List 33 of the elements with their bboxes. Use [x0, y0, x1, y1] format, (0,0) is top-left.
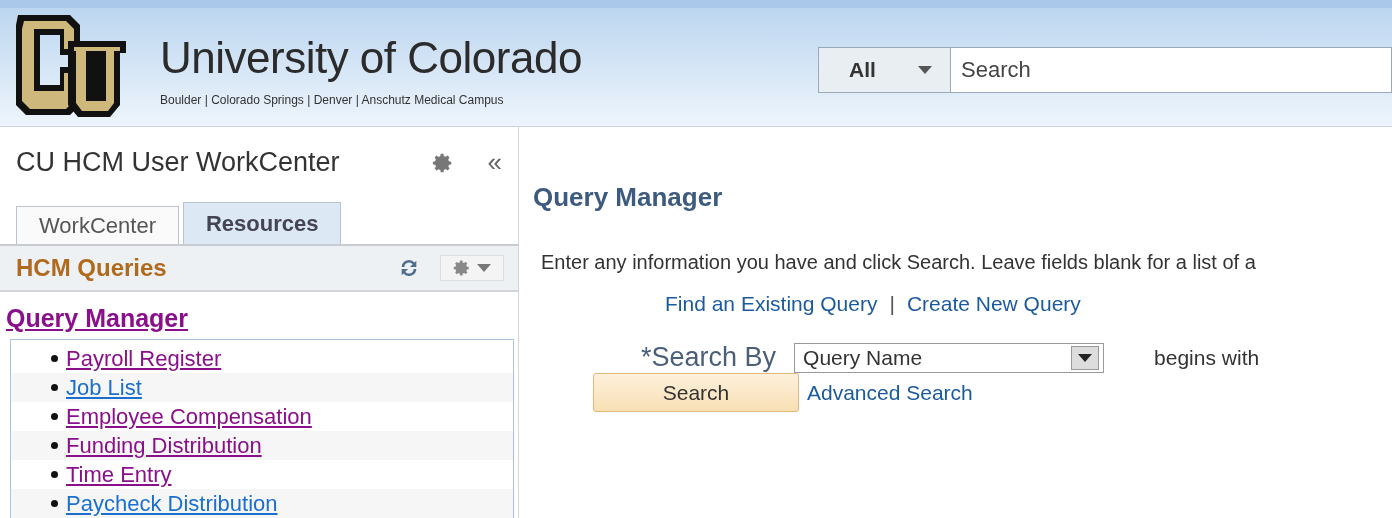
query-link[interactable]: Payroll Register — [66, 345, 222, 372]
bullet-icon — [51, 355, 58, 362]
tab[interactable]: Resources — [182, 202, 342, 244]
search-by-dropdown[interactable]: Query Name — [794, 342, 1105, 373]
query-link[interactable]: Time Entry — [66, 461, 172, 488]
query-link[interactable]: Employee Compensation — [66, 403, 312, 430]
search-by-label: *Search By — [641, 342, 777, 373]
advanced-search-link[interactable]: Advanced Search — [807, 380, 973, 405]
caret-icon — [1078, 353, 1093, 362]
bullet-icon — [51, 413, 58, 420]
find-query-link[interactable]: Find an Existing Query — [665, 292, 878, 316]
search-button[interactable]: Search — [593, 373, 799, 412]
campus-list: Boulder | Colorado Springs | Denver | Anschutz Medical Campus — [160, 93, 582, 107]
tab[interactable]: WorkCenter — [16, 206, 179, 244]
settings-icon — [431, 151, 454, 174]
instructions-text: Enter any information you have and click Search. Leave fields blank for a list of a — [541, 251, 1257, 274]
create-query-link[interactable]: Create New Query — [906, 292, 1081, 316]
query-link[interactable]: Job List — [66, 374, 142, 401]
page-title: Query Manager — [533, 182, 724, 213]
link-separator: | — [889, 292, 895, 316]
bullet-icon — [51, 500, 58, 507]
university-title: University of Colorado — [160, 33, 582, 83]
section-title: HCM Queries — [16, 254, 168, 282]
workcenter-title: CU HCM User WorkCenter — [16, 147, 341, 178]
settings-menu-button[interactable] — [440, 255, 504, 281]
query-manager-link[interactable]: Query Manager — [6, 304, 188, 333]
bullet-icon — [51, 384, 58, 391]
bullet-icon — [51, 471, 58, 478]
gear-icon — [453, 259, 471, 277]
bullet-icon — [51, 442, 58, 449]
caret-icon — [477, 264, 491, 272]
collapse-button[interactable]: « — [487, 147, 502, 178]
operator-label: begins with — [1154, 345, 1260, 370]
